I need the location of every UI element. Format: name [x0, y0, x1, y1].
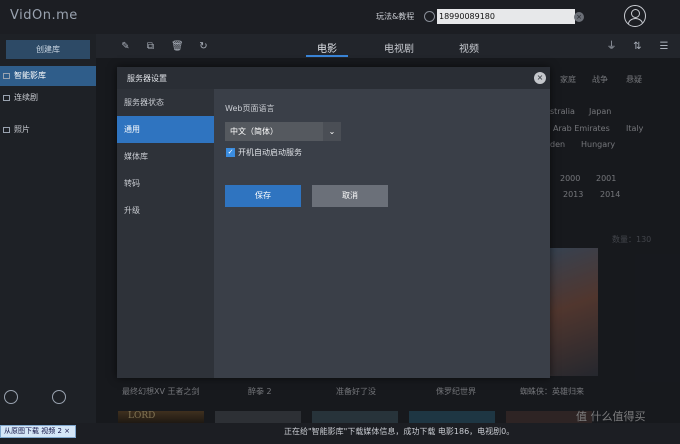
sidebar-item-label: 照片	[14, 125, 30, 134]
crop-icon[interactable]: ⧉	[145, 41, 156, 52]
sidebar-item-photos[interactable]: 照片	[0, 120, 96, 140]
chat-icon[interactable]	[4, 390, 18, 404]
download-task-chip[interactable]: 从原图下载 视频 2 ×	[0, 425, 76, 438]
user-avatar-icon[interactable]	[624, 5, 646, 27]
sidebar-item-label: 智能影库	[14, 71, 46, 80]
nav-server-status[interactable]: 服务器状态	[117, 89, 214, 116]
language-label: Web页面语言	[225, 104, 275, 113]
top-bar: VidOn.me 玩法&教程 ×	[0, 0, 680, 34]
filter-icon[interactable]: ⏚	[606, 41, 617, 52]
sidebar: 创建库 智能影库 连续剧 照片	[0, 34, 96, 444]
settings-gear-icon[interactable]	[52, 390, 66, 404]
app-logo: VidOn.me	[10, 8, 78, 23]
sidebar-item-smart-library[interactable]: 智能影库	[0, 66, 96, 86]
settings-nav: 服务器状态 通用 媒体库 转码 升级	[117, 89, 214, 378]
status-message: 正在给"智能影库"下载媒体信息，成功下载 电影186，电视剧0。	[284, 427, 515, 436]
refresh-icon[interactable]: ↻	[198, 41, 209, 52]
sidebar-item-label: 连续剧	[14, 93, 38, 102]
folder-icon	[3, 95, 10, 101]
tab-movies[interactable]: 电影	[317, 40, 337, 55]
menu-icon[interactable]: ☰	[656, 41, 672, 52]
folder-icon	[3, 73, 10, 79]
sidebar-item-series[interactable]: 连续剧	[0, 88, 96, 108]
close-icon[interactable]: ×	[534, 72, 546, 84]
trash-icon[interactable]: 🗑	[171, 41, 184, 52]
edit-pencil-icon[interactable]: ✎	[120, 41, 131, 52]
server-settings-dialog: 服务器设置 × 服务器状态 通用 媒体库 转码 升级 Web页面语言 中文（简体…	[117, 67, 550, 378]
cancel-button[interactable]: 取消	[312, 185, 388, 207]
help-link[interactable]: 玩法&教程	[376, 11, 414, 22]
dialog-title: 服务器设置	[127, 74, 167, 83]
tab-videos[interactable]: 视频	[459, 40, 479, 55]
clear-search-icon[interactable]: ×	[574, 12, 584, 22]
save-button[interactable]: 保存	[225, 185, 301, 207]
search-icon[interactable]	[424, 11, 435, 22]
autostart-label: 开机自动启动服务	[238, 148, 302, 157]
chevron-down-icon[interactable]: ⌄	[323, 122, 341, 141]
nav-upgrade[interactable]: 升级	[117, 197, 214, 224]
search-input[interactable]	[437, 9, 575, 24]
autostart-checkbox[interactable]: ✓	[226, 148, 235, 157]
tab-tv-series[interactable]: 电视剧	[384, 40, 414, 55]
nav-transcoding[interactable]: 转码	[117, 170, 214, 197]
nav-media-library[interactable]: 媒体库	[117, 143, 214, 170]
sort-icon[interactable]: ⇅	[632, 41, 643, 52]
dialog-header: 服务器设置 ×	[117, 67, 550, 89]
create-library-button[interactable]: 创建库	[6, 40, 90, 59]
nav-general[interactable]: 通用	[117, 116, 214, 143]
search-box: ×	[424, 9, 584, 24]
photo-icon	[3, 127, 10, 133]
active-tab-indicator	[306, 55, 348, 57]
